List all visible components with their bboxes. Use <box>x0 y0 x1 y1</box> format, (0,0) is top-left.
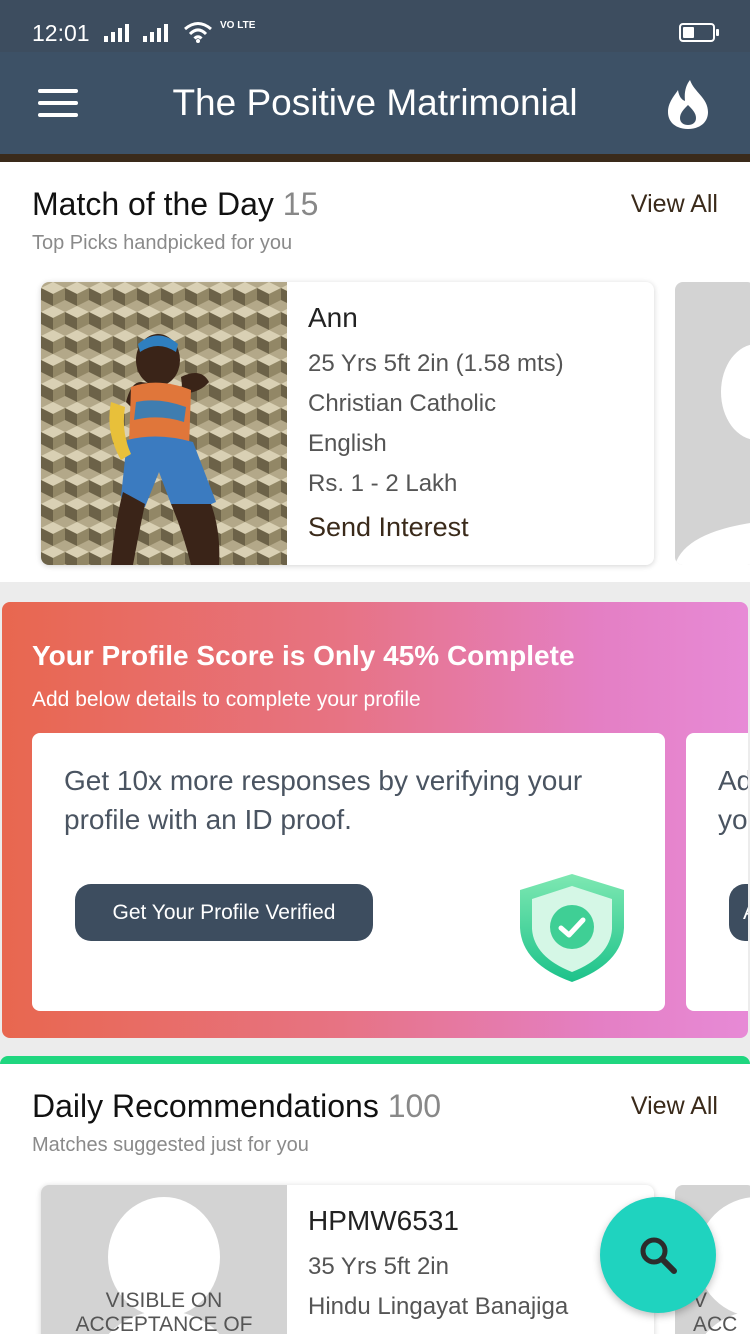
section-count: 15 <box>282 186 319 222</box>
shield-check-icon <box>520 874 624 982</box>
section-title: Daily Recommendations 100 <box>32 1088 441 1125</box>
status-time: 12:01 <box>32 20 90 46</box>
profile-id: HPMW6531 <box>308 1205 459 1236</box>
battery-icon <box>679 23 719 42</box>
signal-icon <box>104 22 136 42</box>
flame-icon[interactable] <box>664 78 712 130</box>
section-title-text: Daily Recommendations <box>32 1088 379 1124</box>
avatar-placeholder-icon <box>675 344 750 565</box>
profile-info: Ann 25 Yrs 5ft 2in (1.58 mts) Christian … <box>308 302 564 543</box>
profile-score-banner: Your Profile Score is Only 45% Complete … <box>2 602 748 1038</box>
signal-icon-2 <box>143 22 175 42</box>
section-count: 100 <box>387 1088 442 1124</box>
match-card[interactable]: Ann 25 Yrs 5ft 2in (1.58 mts) Christian … <box>41 282 654 565</box>
search-fab-button[interactable] <box>600 1197 716 1313</box>
header-edge <box>0 154 750 162</box>
profile-age-height: 25 Yrs 5ft 2in (1.58 mts) <box>308 350 564 377</box>
profile-photo-placeholder[interactable]: VISIBLE ON ACCEPTANCE OF <box>41 1185 287 1334</box>
profile-religion: Christian Catholic <box>308 390 497 417</box>
next-score-card: Ad yo A <box>686 733 748 1011</box>
profile-score-subtitle: Add below details to complete your profi… <box>32 688 421 711</box>
search-icon <box>640 1237 677 1274</box>
next-match-card[interactable] <box>675 282 750 565</box>
profile-language: English <box>308 430 387 457</box>
app-header: The Positive Matrimonial <box>0 52 750 156</box>
section-accent-bar <box>0 1056 750 1064</box>
recommendation-card[interactable]: VISIBLE ON ACCEPTANCE OF HPMW6531 35 Yrs… <box>41 1185 654 1334</box>
section-title-text: Match of the Day <box>32 186 274 222</box>
wifi-icon <box>184 22 212 43</box>
photo-visibility-notice: VISIBLE ON ACCEPTANCE OF <box>75 1289 253 1334</box>
app-title: The Positive Matrimonial <box>172 82 578 123</box>
match-of-the-day-section: Match of the Day 15 View All Top Picks h… <box>0 162 750 582</box>
view-all-link[interactable]: View All <box>631 1092 718 1121</box>
profile-score-title: Your Profile Score is Only 45% Complete <box>32 640 575 671</box>
battery-level <box>683 27 694 38</box>
profile-photo[interactable] <box>41 282 287 565</box>
profile-age-height: 35 Yrs 5ft 2in <box>308 1253 449 1280</box>
next-card-button[interactable]: A <box>729 884 748 941</box>
section-title: Match of the Day 15 <box>32 186 318 223</box>
section-subtitle: Top Picks handpicked for you <box>32 232 293 254</box>
profile-community: Hindu Lingayat Banajiga <box>308 1293 569 1320</box>
next-card-text: Ad yo <box>718 765 748 835</box>
verify-profile-card: Get 10x more responses by verifying your… <box>32 733 665 1011</box>
view-all-link[interactable]: View All <box>631 190 718 219</box>
profile-income: Rs. 1 - 2 Lakh <box>308 470 458 497</box>
profile-info: HPMW6531 35 Yrs 5ft 2in Hindu Lingayat B… <box>308 1205 568 1321</box>
section-subtitle: Matches suggested just for you <box>32 1134 309 1156</box>
profile-name: Ann <box>308 302 358 333</box>
get-profile-verified-button[interactable]: Get Your Profile Verified <box>75 884 373 941</box>
send-interest-button[interactable]: Send Interest <box>308 512 564 543</box>
volte-label: VO LTE <box>220 20 256 31</box>
verify-card-text: Get 10x more responses by verifying your… <box>64 765 583 835</box>
